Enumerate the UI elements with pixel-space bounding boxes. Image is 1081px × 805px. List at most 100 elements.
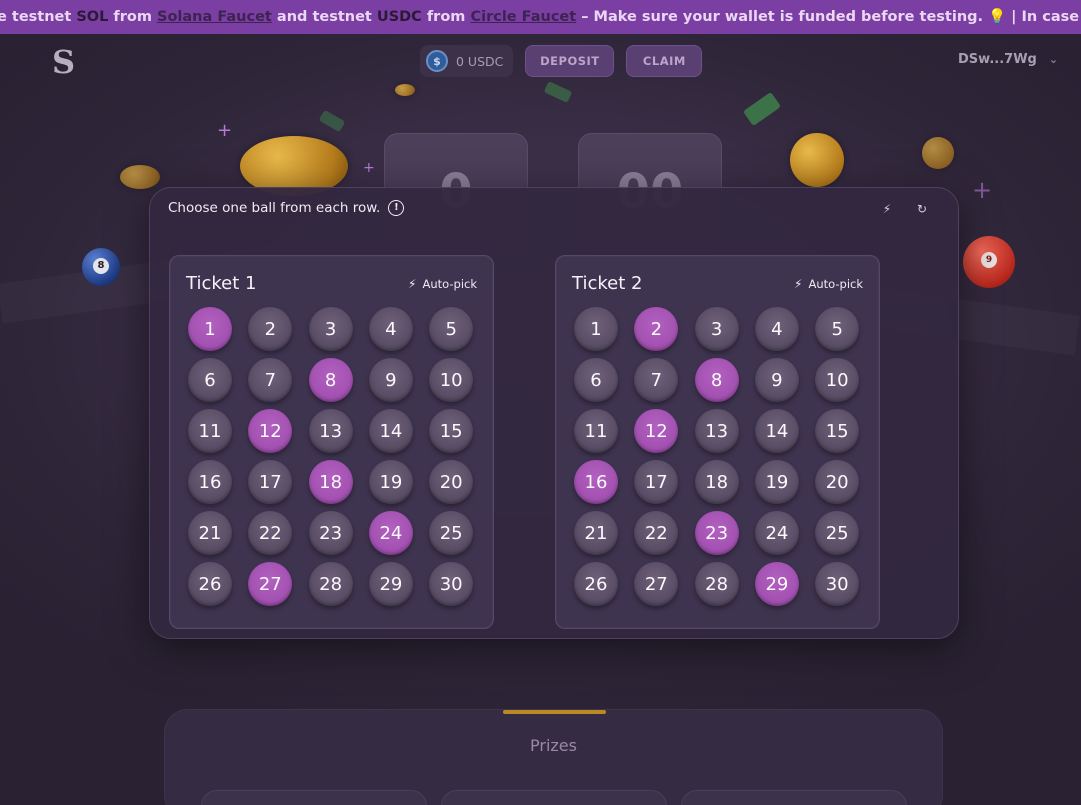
- header-actions: $ 0 USDC DEPOSIT CLAIM: [420, 45, 703, 77]
- wallet-address: DSw...7Wg: [958, 52, 1037, 67]
- number-ball[interactable]: 19: [754, 460, 799, 504]
- number-ball[interactable]: 8: [308, 358, 353, 402]
- lightning-icon: ⚡: [794, 277, 803, 291]
- number-ball[interactable]: 22: [248, 511, 293, 555]
- number-ball[interactable]: 17: [248, 460, 293, 504]
- number-ball[interactable]: 27: [634, 562, 679, 606]
- number-ball[interactable]: 19: [368, 460, 413, 504]
- auto-pick-button[interactable]: ⚡ Auto-pick: [794, 277, 863, 291]
- auto-pick-button[interactable]: ⚡ Auto-pick: [408, 277, 477, 291]
- gold-coin-icon: [922, 137, 954, 169]
- number-ball[interactable]: 29: [368, 562, 413, 606]
- info-icon[interactable]: !: [388, 200, 405, 216]
- gold-coin-icon: [395, 84, 415, 96]
- number-ball[interactable]: 27: [248, 562, 293, 606]
- number-ball[interactable]: 18: [308, 460, 353, 504]
- number-ball[interactable]: 18: [694, 460, 739, 504]
- sparkle-icon: +: [217, 120, 233, 141]
- number-ball[interactable]: 3: [308, 307, 353, 351]
- number-ball[interactable]: 1: [188, 307, 232, 351]
- claim-button[interactable]: CLAIM: [626, 45, 703, 77]
- modal-header: Choose one ball from each row. !: [168, 200, 405, 216]
- lightning-icon: ⚡: [408, 277, 417, 291]
- billiard-ball-number: 9: [981, 252, 997, 268]
- prize-card: [201, 790, 427, 805]
- prizes-accent-bar: [503, 710, 606, 714]
- number-ball[interactable]: 5: [429, 307, 474, 351]
- billiard-ball-icon: 9: [963, 236, 1015, 288]
- number-ball[interactable]: 15: [429, 409, 474, 453]
- number-ball[interactable]: 4: [368, 307, 413, 351]
- number-ball[interactable]: 21: [574, 511, 618, 555]
- number-ball[interactable]: 9: [368, 358, 413, 402]
- number-grid: 1 2 3 4 5 6 7 8 9 10 11 12 13 14 15 16 17 18 19 20 21 22 23 24 2…: [574, 307, 860, 606]
- number-ball[interactable]: 16: [574, 460, 618, 504]
- number-ball[interactable]: 5: [815, 307, 860, 351]
- banner-sol-token: SOL: [76, 9, 109, 25]
- auto-pick-label: Auto-pick: [808, 277, 863, 291]
- deposit-button[interactable]: DEPOSIT: [525, 45, 615, 77]
- number-ball[interactable]: 12: [248, 409, 293, 453]
- gold-coin-icon: [790, 133, 844, 187]
- number-ball[interactable]: 6: [574, 358, 618, 402]
- number-ball[interactable]: 10: [815, 358, 860, 402]
- number-ball[interactable]: 25: [815, 511, 860, 555]
- sparkle-icon: +: [363, 160, 375, 176]
- number-ball[interactable]: 20: [815, 460, 860, 504]
- circle-faucet-link[interactable]: Circle Faucet: [470, 9, 576, 25]
- number-ball[interactable]: 29: [754, 562, 799, 606]
- number-ball[interactable]: 20: [429, 460, 474, 504]
- number-ball[interactable]: 12: [634, 409, 679, 453]
- wallet-menu[interactable]: DSw...7Wg ⌄: [958, 52, 1058, 67]
- balance-text: 0 USDC: [456, 53, 504, 69]
- prize-card: [441, 790, 667, 805]
- number-ball[interactable]: 14: [754, 409, 799, 453]
- number-ball[interactable]: 13: [694, 409, 739, 453]
- number-ball[interactable]: 25: [429, 511, 474, 555]
- announcement-banner: e testnet SOL from Solana Faucet and tes…: [0, 0, 1081, 34]
- number-ball[interactable]: 7: [248, 358, 293, 402]
- number-ball[interactable]: 22: [634, 511, 679, 555]
- number-ball[interactable]: 2: [634, 307, 679, 351]
- number-ball[interactable]: 26: [188, 562, 232, 606]
- number-ball[interactable]: 8: [694, 358, 739, 402]
- number-ball[interactable]: 23: [694, 511, 739, 555]
- solana-faucet-link[interactable]: Solana Faucet: [157, 9, 272, 25]
- chevron-down-icon: ⌄: [1048, 53, 1059, 66]
- instruction-text: Choose one ball from each row.: [168, 200, 381, 216]
- number-ball[interactable]: 24: [754, 511, 799, 555]
- gold-coin-icon: [120, 165, 160, 189]
- number-ball[interactable]: 11: [188, 409, 232, 453]
- auto-pick-all-icon[interactable]: ⚡: [878, 200, 896, 218]
- number-ball[interactable]: 6: [188, 358, 232, 402]
- logo[interactable]: S: [52, 43, 75, 81]
- prizes-section: Prizes: [164, 709, 943, 805]
- number-ball[interactable]: 2: [248, 307, 293, 351]
- number-ball[interactable]: 14: [368, 409, 413, 453]
- number-ball[interactable]: 10: [429, 358, 474, 402]
- number-ball[interactable]: 15: [815, 409, 860, 453]
- number-ball[interactable]: 21: [188, 511, 232, 555]
- number-ball[interactable]: 1: [574, 307, 618, 351]
- billiard-ball-number: 8: [93, 258, 109, 274]
- number-ball[interactable]: 28: [308, 562, 353, 606]
- number-ball[interactable]: 23: [308, 511, 353, 555]
- number-ball[interactable]: 4: [754, 307, 799, 351]
- banner-text: – Make sure your wallet is funded before…: [576, 9, 1081, 25]
- number-ball[interactable]: 30: [429, 562, 474, 606]
- reset-icon[interactable]: ↻: [913, 200, 931, 218]
- ticket-title: Ticket 2: [572, 273, 643, 294]
- number-ball[interactable]: 26: [574, 562, 618, 606]
- number-ball[interactable]: 11: [574, 409, 618, 453]
- ticket-picker-modal: Choose one ball from each row. ! ⚡ ↻ Tic…: [149, 187, 959, 639]
- number-ball[interactable]: 17: [634, 460, 679, 504]
- ticket-card: Ticket 1 ⚡ Auto-pick 1 2 3 4 5 6 7 8 9 10 11 12 13 14…: [169, 255, 494, 629]
- number-ball[interactable]: 13: [308, 409, 353, 453]
- number-ball[interactable]: 30: [815, 562, 860, 606]
- number-ball[interactable]: 28: [694, 562, 739, 606]
- number-ball[interactable]: 24: [368, 511, 413, 555]
- number-ball[interactable]: 3: [694, 307, 739, 351]
- number-ball[interactable]: 16: [188, 460, 232, 504]
- number-ball[interactable]: 9: [754, 358, 799, 402]
- number-ball[interactable]: 7: [634, 358, 679, 402]
